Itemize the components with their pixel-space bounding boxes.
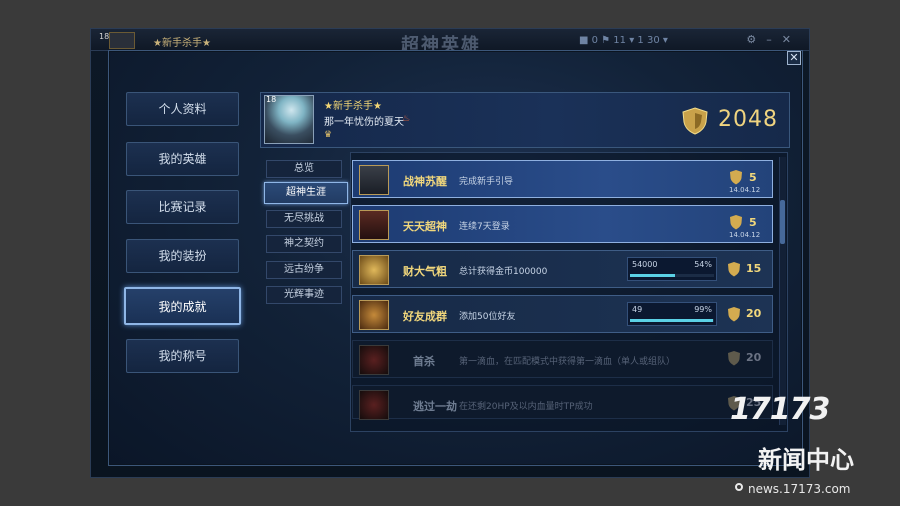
achievement-row[interactable]: 逃过一劫 在还剩20HP及以内血量时TP成功 25	[352, 385, 773, 420]
shield-icon	[728, 351, 740, 366]
tab-ancient-strife[interactable]: 远古纷争	[266, 261, 342, 279]
background-player-name: ★新手杀手★	[153, 38, 211, 49]
achievement-description: 总计获得金币100000	[459, 267, 548, 277]
background-stats: ■ 0 ⚑ 11 ▾ 1 30 ▾	[579, 35, 668, 46]
nav-achievements-button[interactable]: 我的成就	[124, 287, 241, 325]
achievement-points: 5	[749, 216, 757, 229]
money-bag-icon	[359, 255, 389, 285]
watermark-number: 17173	[730, 392, 830, 427]
locked-achievement-icon	[359, 390, 389, 420]
progress-percent: 54%	[694, 260, 712, 269]
achievement-title: 首杀	[413, 355, 435, 368]
achievement-description: 第一滴血，在匹配模式中获得第一滴血（单人或组队）	[459, 357, 676, 367]
friends-icon	[359, 300, 389, 330]
achievement-points: 20	[746, 351, 762, 364]
progress-current: 49	[632, 305, 643, 314]
achievement-row[interactable]: 天天超神 连续7天登录 5 14.04.12	[352, 205, 773, 243]
achievement-row[interactable]: 首杀 第一滴血，在匹配模式中获得第一滴血（单人或组队） 20	[352, 340, 773, 378]
achievement-date: 14.04.12	[729, 186, 761, 194]
progress-percent: 99%	[694, 305, 712, 314]
nav-outfits-button[interactable]: 我的装扮	[126, 239, 239, 273]
nav-titles-button[interactable]: 我的称号	[126, 339, 239, 373]
achievement-row[interactable]: 好友成群 添加50位好友 49 99% 20	[352, 295, 773, 333]
shield-icon	[730, 215, 742, 230]
background-avatar	[109, 32, 135, 49]
progress-current: 54000	[632, 260, 658, 269]
demon-icon	[359, 210, 389, 240]
list-scrollbar[interactable]	[779, 157, 786, 425]
warrior-icon	[359, 165, 389, 195]
achievement-title: 天天超神	[403, 220, 447, 233]
progress-track	[630, 319, 714, 322]
achievement-points: 5	[749, 171, 757, 184]
achievement-progress: 54000 54%	[627, 257, 717, 281]
achievement-description: 在还剩20HP及以内血量时TP成功	[459, 402, 593, 412]
achievement-description: 添加50位好友	[459, 312, 516, 322]
crown-icon: ♛	[324, 130, 333, 140]
achievement-points: 15	[746, 262, 762, 275]
window-controls[interactable]: ⚙–✕	[746, 33, 801, 46]
achievement-date: 14.04.12	[729, 231, 761, 239]
progress-fill	[630, 274, 676, 277]
background-level: 18	[99, 32, 110, 41]
tab-overview[interactable]: 总览	[266, 160, 342, 178]
close-button[interactable]: ✕	[787, 51, 801, 65]
nav-profile-button[interactable]: 个人资料	[126, 92, 239, 126]
achievement-points: 20	[746, 307, 762, 320]
scroll-thumb[interactable]	[780, 200, 785, 244]
achievement-row[interactable]: 财大气粗 总计获得金币100000 54000 54% 15	[352, 250, 773, 288]
tab-endless-challenge[interactable]: 无尽挑战	[266, 210, 342, 228]
achievement-row[interactable]: 战神苏醒 完成新手引导 5 14.04.12	[352, 160, 773, 198]
achievement-description: 完成新手引导	[459, 177, 514, 187]
background-top-bar: 18 ★新手杀手★ 超神英雄 ■ 0 ⚑ 11 ▾ 1 30 ▾ ⚙–✕	[91, 29, 809, 56]
nav-match-history-button[interactable]: 比赛记录	[126, 190, 239, 224]
achievement-title: 好友成群	[403, 310, 447, 323]
tab-god-contract[interactable]: 神之契约	[266, 235, 342, 253]
watermark-url: news.17173.com	[748, 482, 851, 496]
achievement-title: 财大气粗	[403, 265, 447, 278]
player-name: ★新手杀手★	[324, 101, 382, 112]
shield-icon	[728, 262, 740, 277]
watermark-text: 新闻中心	[758, 446, 854, 474]
progress-fill	[630, 319, 714, 322]
achievement-progress: 49 99%	[627, 302, 717, 326]
watermark-logo-icon	[735, 483, 743, 491]
player-signature: 那一年忧伤的夏天	[324, 117, 404, 128]
tab-career[interactable]: 超神生涯	[264, 182, 348, 204]
tab-glorious-deeds[interactable]: 光辉事迹	[266, 286, 342, 304]
screenshot-stage: 18 ★新手杀手★ 超神英雄 ■ 0 ⚑ 11 ▾ 1 30 ▾ ⚙–✕ ✕ 个…	[0, 0, 900, 506]
locked-achievement-icon	[359, 345, 389, 375]
achievement-description: 连续7天登录	[459, 222, 510, 232]
achievement-title: 逃过一劫	[413, 400, 457, 413]
progress-track	[630, 274, 714, 277]
achievement-score: 2048	[718, 107, 778, 132]
shield-icon	[730, 170, 742, 185]
achievement-title: 战神苏醒	[403, 175, 447, 188]
flame-icon: ♨	[402, 114, 411, 124]
player-level: 18	[266, 95, 277, 104]
nav-heroes-button[interactable]: 我的英雄	[126, 142, 239, 176]
shield-icon	[682, 107, 708, 135]
shield-icon	[728, 307, 740, 322]
